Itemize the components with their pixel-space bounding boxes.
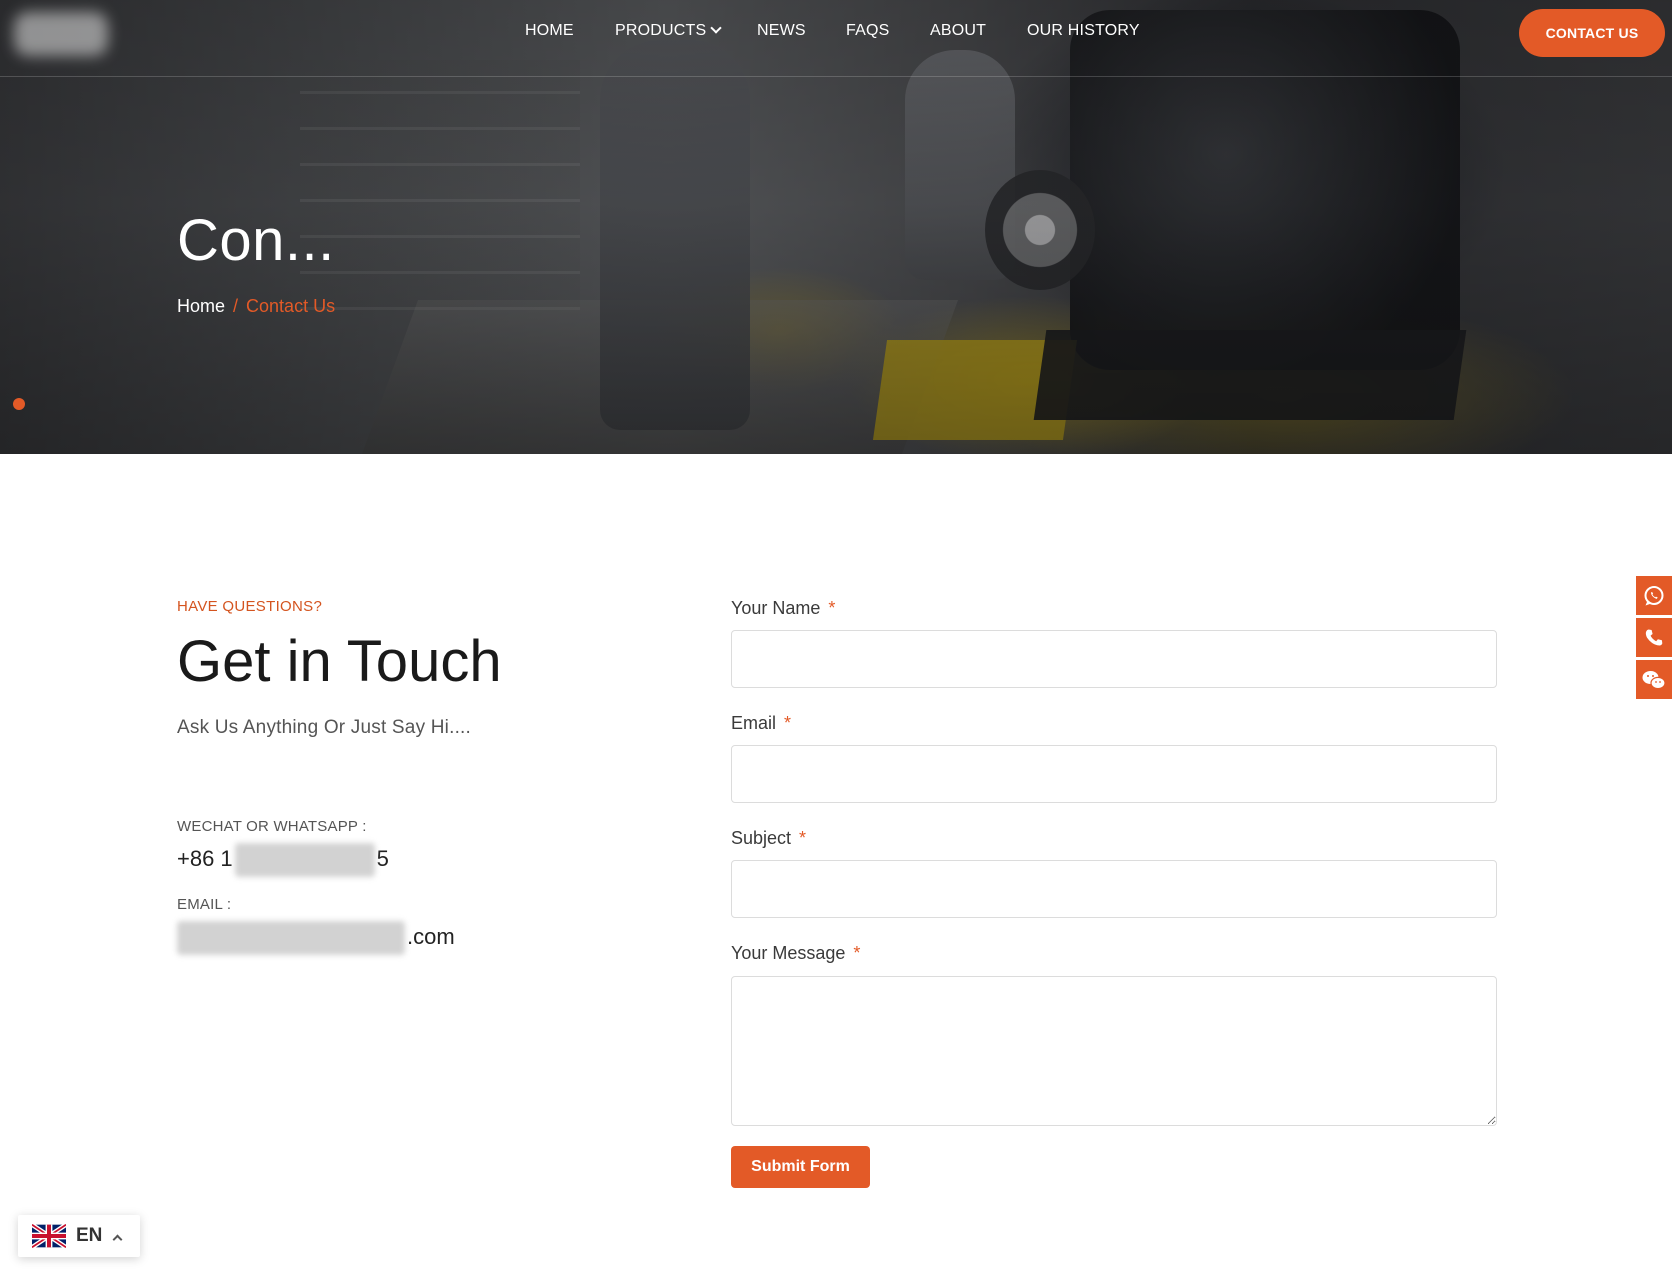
whatsapp-icon: [1644, 585, 1664, 605]
required-asterisk: *: [853, 943, 861, 963]
subject-field[interactable]: [731, 860, 1497, 918]
language-code: EN: [76, 1225, 103, 1246]
hero-banner: HOME PRODUCTS NEWS FAQS ABOUT OUR HISTOR…: [0, 0, 1672, 454]
required-asterisk: *: [784, 713, 792, 733]
wechat-icon: [1642, 670, 1666, 689]
whatsapp-button[interactable]: [1636, 576, 1672, 615]
email-label-text: Email: [731, 713, 777, 733]
nav-item-faqs[interactable]: FAQS: [846, 22, 889, 40]
breadcrumb-separator: /: [233, 296, 239, 316]
nav-item-products[interactable]: PRODUCTS: [615, 22, 723, 40]
subject-field-label: Subject *: [731, 828, 806, 849]
nav-item-about[interactable]: ABOUT: [930, 22, 986, 40]
header-divider: [0, 76, 1672, 77]
phone-suffix: 5: [376, 845, 389, 871]
wechat-whatsapp-label: WECHAT OR WHATSAPP :: [177, 818, 367, 835]
redacted-phone-digits: [234, 843, 375, 877]
name-field-label: Your Name *: [731, 598, 835, 619]
wechat-button[interactable]: [1636, 660, 1672, 699]
submit-form-button[interactable]: Submit Form: [731, 1146, 870, 1188]
floating-contact-bar: [1636, 576, 1672, 702]
page-title: Con...: [177, 208, 335, 273]
phone-number[interactable]: +86 1 5: [177, 843, 389, 877]
email-field-label: Email *: [731, 713, 791, 734]
slider-dot[interactable]: [13, 398, 25, 410]
phone-button[interactable]: [1636, 618, 1672, 657]
breadcrumb: Home / Contact Us: [177, 296, 335, 317]
nav-item-home[interactable]: HOME: [525, 22, 574, 40]
redacted-email-user: [177, 921, 405, 955]
site-logo[interactable]: [14, 12, 108, 56]
contact-us-button[interactable]: CONTACT US: [1519, 9, 1665, 57]
nav-item-label: PRODUCTS: [615, 22, 707, 39]
required-asterisk: *: [828, 598, 836, 618]
email-suffix: .com: [407, 923, 455, 949]
section-heading: Get in Touch: [177, 629, 502, 694]
nav-item-news[interactable]: NEWS: [757, 22, 806, 40]
name-label-text: Your Name: [731, 598, 821, 618]
message-field[interactable]: [731, 976, 1497, 1126]
language-switcher[interactable]: EN: [18, 1215, 140, 1257]
message-label-text: Your Message: [731, 943, 846, 963]
email-field[interactable]: [731, 745, 1497, 803]
chevron-down-icon: [710, 22, 723, 34]
required-asterisk: *: [799, 828, 807, 848]
breadcrumb-home-link[interactable]: Home: [177, 296, 225, 316]
message-field-label: Your Message *: [731, 943, 860, 964]
email-label: EMAIL :: [177, 896, 232, 913]
uk-flag-icon: [32, 1224, 66, 1248]
name-field[interactable]: [731, 630, 1497, 688]
phone-icon: [1645, 629, 1663, 645]
section-subheading: Ask Us Anything Or Just Say Hi....: [177, 717, 472, 738]
breadcrumb-current: Contact Us: [246, 296, 336, 316]
subject-label-text: Subject: [731, 828, 792, 848]
phone-prefix: +86 1: [177, 845, 233, 871]
nav-item-our-history[interactable]: OUR HISTORY: [1027, 22, 1140, 40]
chevron-up-icon: [112, 1234, 123, 1244]
section-eyebrow: HAVE QUESTIONS?: [177, 598, 323, 615]
email-address[interactable]: .com: [177, 921, 455, 955]
